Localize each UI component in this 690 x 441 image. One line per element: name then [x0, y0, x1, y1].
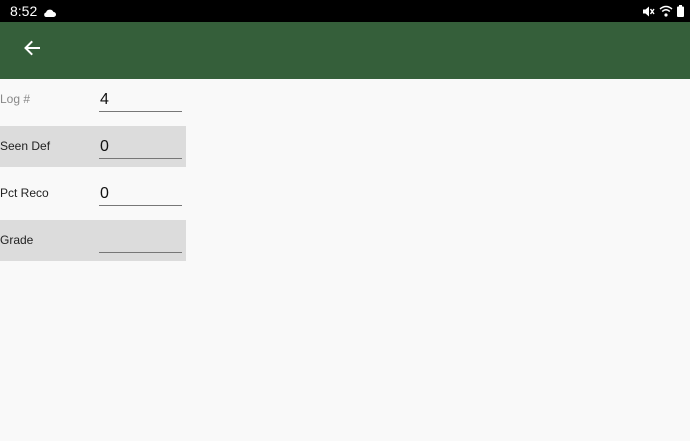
back-button[interactable]	[18, 36, 46, 64]
mute-icon	[642, 5, 655, 18]
form-row-pct-reco: Pct Reco 0	[0, 173, 186, 214]
battery-icon	[677, 5, 684, 17]
status-time: 8:52	[10, 3, 38, 19]
log-number-label: Log #	[0, 92, 31, 106]
grade-label: Grade	[0, 233, 34, 247]
status-bar: 8:52	[0, 0, 690, 22]
wifi-icon	[659, 5, 673, 17]
pct-reco-field[interactable]: 0	[99, 184, 182, 206]
grade-field[interactable]	[99, 231, 182, 253]
form: Log # 4 Seen Def 0 Pct Reco 0 Grade	[0, 79, 186, 267]
form-row-seen-def: Seen Def 0	[0, 126, 186, 167]
cloud-icon	[43, 5, 56, 17]
form-row-log-number: Log # 4	[0, 79, 186, 120]
pct-reco-label: Pct Reco	[0, 186, 49, 200]
app-bar	[0, 22, 690, 79]
seen-def-label: Seen Def	[0, 139, 51, 153]
log-number-field[interactable]: 4	[99, 90, 182, 112]
arrow-left-icon	[23, 39, 41, 62]
seen-def-field[interactable]: 0	[99, 137, 182, 159]
form-row-grade: Grade	[0, 220, 186, 261]
status-icons	[642, 4, 684, 18]
